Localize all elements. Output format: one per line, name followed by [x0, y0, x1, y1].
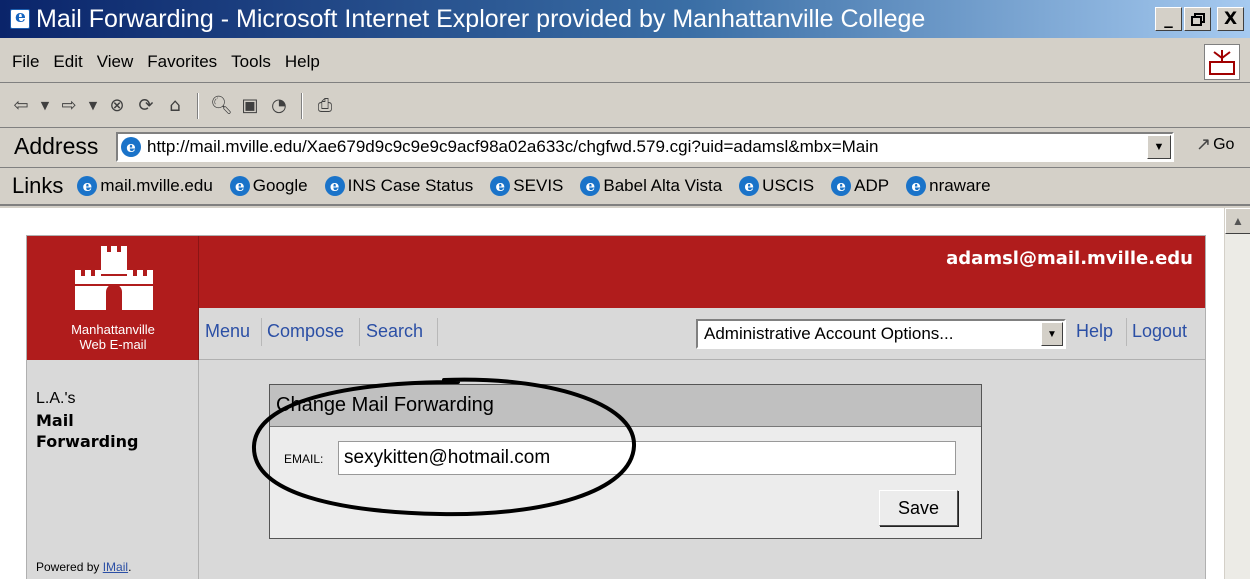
go-arrow-icon: ↗	[1196, 134, 1212, 154]
back-dropdown-icon[interactable]: ▼	[39, 99, 51, 112]
address-bar: Address e http://mail.mville.edu/Xae679d…	[0, 128, 1250, 168]
nav-compose-link[interactable]: Compose	[267, 321, 344, 342]
menu-edit[interactable]: Edit	[53, 52, 82, 72]
link-nraware[interactable]: e nraware	[906, 176, 991, 196]
save-button[interactable]: Save	[879, 490, 958, 526]
scroll-up-icon[interactable]: ▲	[1225, 208, 1250, 234]
sidebar: L.A.'s Mail Forwarding Powered by IMail.	[27, 360, 199, 579]
address-input[interactable]: e http://mail.mville.edu/Xae679d9c9c9e9c…	[116, 132, 1174, 162]
link-uscis[interactable]: e USCIS	[739, 176, 814, 196]
vertical-scrollbar[interactable]: ▲	[1224, 208, 1250, 579]
go-button[interactable]: ↗ Go	[1196, 134, 1234, 155]
window-title: Mail Forwarding - Microsoft Internet Exp…	[36, 4, 926, 33]
section-title: Mail Forwarding	[36, 411, 139, 451]
page-viewport: ▲ adamsl@mail.mville.edu Manhattanville …	[0, 208, 1250, 579]
home-icon[interactable]: ⌂	[164, 95, 186, 116]
logo-panel: Manhattanville Web E-mail	[27, 236, 199, 360]
menu-help[interactable]: Help	[285, 52, 320, 72]
ie-link-icon: e	[490, 176, 511, 196]
toolbar: ⇦ ▼ ⇨ ▼ ⊗ ⟳ ⌂ 🔍︎ ▣ ◔ ⎙	[0, 84, 1250, 128]
toolbar-divider	[301, 92, 303, 119]
toolbar-divider	[197, 92, 199, 119]
address-url[interactable]: http://mail.mville.edu/Xae679d9c9c9e9c9a…	[147, 137, 1147, 157]
menu-favorites[interactable]: Favorites	[147, 52, 217, 72]
address-dropdown-icon[interactable]: ▼	[1147, 135, 1171, 159]
nav-divider	[1126, 318, 1127, 346]
email-label: EMAIL:	[284, 452, 324, 466]
menu-view[interactable]: View	[97, 52, 134, 72]
link-ins-case-status[interactable]: e INS Case Status	[324, 176, 473, 196]
menu-tools[interactable]: Tools	[231, 52, 271, 72]
ie-logo-icon	[10, 7, 30, 29]
stop-icon[interactable]: ⊗	[106, 95, 128, 116]
user-email: adamsl@mail.mville.edu	[946, 248, 1193, 269]
nav-divider	[437, 318, 438, 346]
nav-menu-link[interactable]: Menu	[205, 321, 250, 342]
nav-search-link[interactable]: Search	[366, 321, 423, 342]
ie-link-icon: e	[831, 176, 852, 196]
form-title: Change Mail Forwarding	[270, 385, 981, 427]
maximize-icon	[1190, 12, 1205, 26]
links-label: Links	[12, 173, 64, 198]
forward-dropdown-icon[interactable]: ▼	[87, 99, 99, 112]
link-google[interactable]: e Google	[229, 176, 308, 196]
select-dropdown-icon[interactable]: ▼	[1041, 322, 1063, 346]
imail-link[interactable]: IMail	[103, 560, 128, 574]
app-navbar: Menu Compose Search Administrative Accou…	[199, 308, 1205, 360]
ie-link-icon: e	[77, 176, 98, 196]
menubar: File Edit View Favorites Tools Help	[0, 41, 1250, 83]
ie-link-icon: e	[739, 176, 760, 196]
minimize-button[interactable]: _	[1155, 7, 1182, 31]
link-sevis[interactable]: e SEVIS	[490, 176, 563, 196]
nav-help-link[interactable]: Help	[1076, 321, 1113, 342]
forwarding-form: Change Mail Forwarding EMAIL: sexykitten…	[269, 384, 982, 539]
page-icon: e	[121, 137, 141, 157]
forward-icon[interactable]: ⇨	[58, 95, 80, 116]
maximize-button[interactable]	[1184, 7, 1211, 31]
window-controls: _ X	[1155, 7, 1244, 31]
address-label: Address	[14, 133, 99, 159]
castle-logo-icon	[75, 246, 153, 310]
admin-options-select[interactable]: Administrative Account Options... ▼	[696, 319, 1066, 349]
email-field[interactable]: sexykitten@hotmail.com	[338, 441, 956, 475]
go-label: Go	[1213, 135, 1235, 153]
ie-link-icon: e	[906, 176, 927, 196]
search-icon[interactable]: 🔍︎	[210, 95, 233, 116]
print-icon[interactable]: ⎙	[314, 95, 336, 116]
close-button[interactable]: X	[1217, 7, 1244, 31]
links-bar: Links e mail.mville.edu e Google e INS Case…	[0, 168, 1250, 206]
favorites-icon[interactable]: ▣	[239, 95, 261, 116]
webmail-app: adamsl@mail.mville.edu Manhattanville We…	[26, 235, 1206, 579]
admin-select-value: Administrative Account Options...	[704, 324, 954, 343]
ie-link-icon: e	[324, 176, 345, 196]
powered-by: Powered by IMail.	[36, 560, 132, 574]
link-mail-mville[interactable]: e mail.mville.edu	[77, 176, 213, 196]
main-content: Change Mail Forwarding EMAIL: sexykitten…	[199, 360, 1205, 579]
nav-divider	[261, 318, 262, 346]
account-owner: L.A.'s	[36, 390, 76, 407]
logo-caption: Manhattanville Web E-mail	[71, 322, 155, 352]
nav-logout-link[interactable]: Logout	[1132, 321, 1187, 342]
ie-link-icon: e	[580, 176, 601, 196]
nav-divider	[359, 318, 360, 346]
menu-file[interactable]: File	[12, 52, 39, 72]
history-icon[interactable]: ◔	[268, 95, 290, 116]
college-crest-icon	[1209, 50, 1235, 75]
back-icon[interactable]: ⇦	[10, 95, 32, 116]
window-titlebar: Mail Forwarding - Microsoft Internet Exp…	[0, 0, 1250, 38]
link-babel-alta-vista[interactable]: e Babel Alta Vista	[580, 176, 722, 196]
isp-logo-icon	[1204, 44, 1240, 80]
ie-link-icon: e	[229, 176, 250, 196]
refresh-icon[interactable]: ⟳	[135, 95, 157, 116]
header-band: adamsl@mail.mville.edu	[27, 236, 1205, 308]
link-adp[interactable]: e ADP	[831, 176, 889, 196]
